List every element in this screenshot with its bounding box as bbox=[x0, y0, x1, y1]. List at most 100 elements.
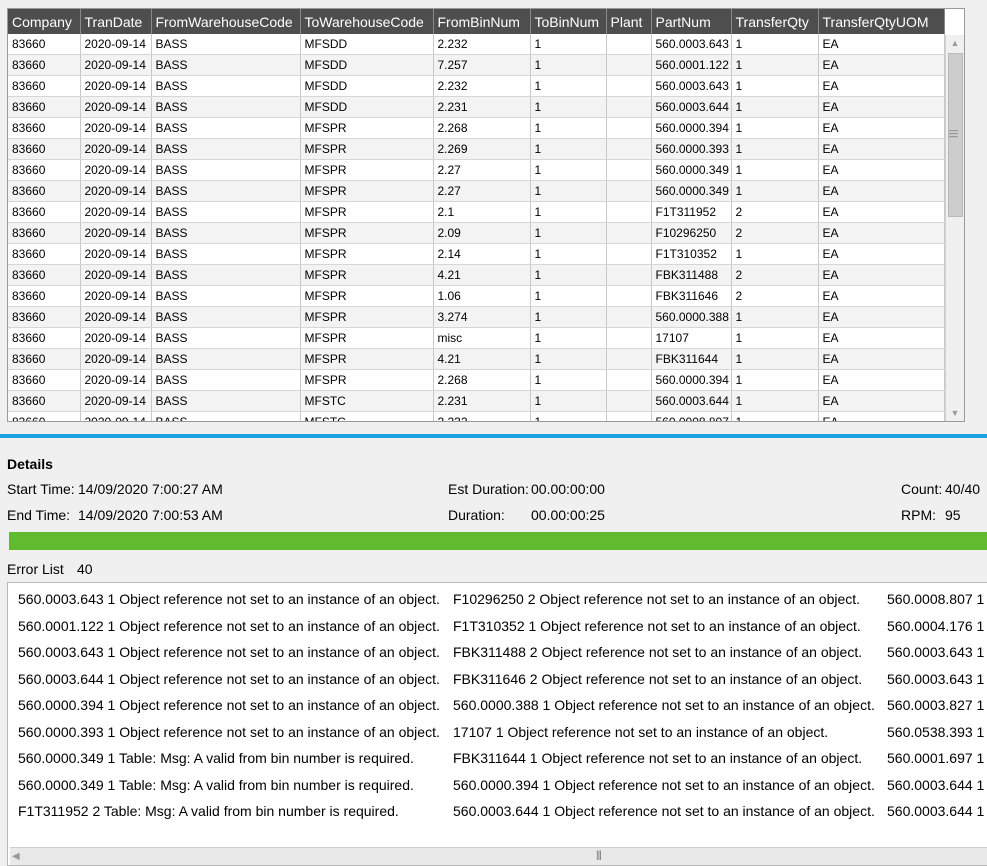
table-cell[interactable]: 83660 bbox=[8, 285, 81, 307]
scroll-grip-icon[interactable]: ||| bbox=[596, 850, 602, 861]
table-cell[interactable]: 2.231 bbox=[433, 390, 531, 412]
table-cell[interactable] bbox=[606, 159, 652, 181]
table-row[interactable]: 83660 2020-09-14 BASS MFSTC 2.232 1 560.0008.8… bbox=[8, 411, 945, 421]
table-cell[interactable]: 1 bbox=[731, 159, 819, 181]
column-header-trandate[interactable]: TranDate bbox=[80, 9, 152, 34]
table-cell[interactable]: 1 bbox=[530, 369, 607, 391]
table-cell[interactable]: MFSPR bbox=[300, 243, 434, 265]
table-cell[interactable]: MFSPR bbox=[300, 348, 434, 370]
table-cell[interactable]: 1 bbox=[530, 34, 607, 55]
table-cell[interactable]: 7.257 bbox=[433, 54, 531, 76]
table-cell[interactable] bbox=[606, 222, 652, 244]
table-cell[interactable]: FBK311644 bbox=[651, 348, 732, 370]
table-cell[interactable]: EA bbox=[818, 411, 945, 421]
table-cell[interactable]: BASS bbox=[151, 96, 301, 118]
table-cell[interactable]: BASS bbox=[151, 264, 301, 286]
table-row[interactable]: 83660 2020-09-14 BASS MFSPR 2.268 1 560.0000.3… bbox=[8, 369, 945, 391]
error-item[interactable]: F10296250 2 Object reference not set to … bbox=[453, 591, 860, 611]
table-cell[interactable]: 1 bbox=[530, 411, 607, 421]
table-cell[interactable]: 1 bbox=[530, 327, 607, 349]
error-item[interactable]: FBK311644 1 Object reference not set to … bbox=[453, 750, 862, 770]
table-cell[interactable]: 83660 bbox=[8, 369, 81, 391]
table-cell[interactable]: BASS bbox=[151, 411, 301, 421]
table-cell[interactable]: 83660 bbox=[8, 34, 81, 55]
table-cell[interactable]: 560.0000.349 bbox=[651, 159, 732, 181]
table-cell[interactable]: MFSPR bbox=[300, 306, 434, 328]
table-cell[interactable]: 83660 bbox=[8, 348, 81, 370]
table-cell[interactable]: BASS bbox=[151, 327, 301, 349]
table-cell[interactable]: 1 bbox=[731, 369, 819, 391]
table-cell[interactable]: 560.0008.807 bbox=[651, 411, 732, 421]
table-cell[interactable]: 2 bbox=[731, 201, 819, 223]
table-cell[interactable]: 560.0003.643 bbox=[651, 34, 732, 55]
table-cell[interactable]: 560.0001.122 bbox=[651, 54, 732, 76]
table-cell[interactable]: BASS bbox=[151, 285, 301, 307]
error-item[interactable]: 560.0003.644 1 bbox=[887, 803, 984, 823]
table-cell[interactable]: 1 bbox=[731, 180, 819, 202]
table-cell[interactable]: EA bbox=[818, 201, 945, 223]
table-cell[interactable]: 1 bbox=[731, 348, 819, 370]
table-cell[interactable]: 1 bbox=[731, 54, 819, 76]
table-cell[interactable]: 2020-09-14 bbox=[80, 285, 152, 307]
table-cell[interactable]: 560.0000.349 bbox=[651, 180, 732, 202]
table-cell[interactable]: 2020-09-14 bbox=[80, 54, 152, 76]
table-row[interactable]: 83660 2020-09-14 BASS MFSPR 2.268 1 560.0000.3… bbox=[8, 117, 945, 139]
table-row[interactable]: 83660 2020-09-14 BASS MFSDD 2.232 1 560.0003.6… bbox=[8, 34, 945, 55]
grid-vertical-scrollbar[interactable]: ▲ — — — ▼ bbox=[945, 35, 964, 421]
table-cell[interactable]: 2.27 bbox=[433, 159, 531, 181]
table-cell[interactable]: 2020-09-14 bbox=[80, 117, 152, 139]
table-cell[interactable]: 560.0000.394 bbox=[651, 117, 732, 139]
table-cell[interactable]: 2020-09-14 bbox=[80, 201, 152, 223]
table-cell[interactable]: EA bbox=[818, 96, 945, 118]
table-cell[interactable] bbox=[606, 264, 652, 286]
table-cell[interactable]: EA bbox=[818, 117, 945, 139]
table-cell[interactable]: EA bbox=[818, 390, 945, 412]
table-cell[interactable]: 2.269 bbox=[433, 138, 531, 160]
table-row[interactable]: 83660 2020-09-14 BASS MFSPR 2.1 1 F1T311952 2 EA bbox=[8, 201, 945, 223]
table-cell[interactable] bbox=[606, 75, 652, 97]
table-cell[interactable]: BASS bbox=[151, 306, 301, 328]
table-cell[interactable]: 4.21 bbox=[433, 348, 531, 370]
table-cell[interactable]: EA bbox=[818, 369, 945, 391]
column-header-company[interactable]: Company bbox=[8, 9, 81, 34]
table-row[interactable]: 83660 2020-09-14 BASS MFSPR 2.27 1 560.0000.34… bbox=[8, 159, 945, 181]
table-cell[interactable]: EA bbox=[818, 348, 945, 370]
table-cell[interactable]: 83660 bbox=[8, 201, 81, 223]
table-cell[interactable]: 1 bbox=[530, 75, 607, 97]
table-row[interactable]: 83660 2020-09-14 BASS MFSPR 2.09 1 F10296250 2 E… bbox=[8, 222, 945, 244]
table-cell[interactable]: BASS bbox=[151, 75, 301, 97]
table-cell[interactable]: 2020-09-14 bbox=[80, 96, 152, 118]
table-cell[interactable]: EA bbox=[818, 75, 945, 97]
table-cell[interactable]: 2.09 bbox=[433, 222, 531, 244]
table-cell[interactable]: EA bbox=[818, 243, 945, 265]
table-cell[interactable]: EA bbox=[818, 306, 945, 328]
table-cell[interactable]: BASS bbox=[151, 390, 301, 412]
column-header-transferqty[interactable]: TransferQty bbox=[731, 9, 819, 34]
table-cell[interactable]: MFSPR bbox=[300, 138, 434, 160]
table-cell[interactable]: EA bbox=[818, 327, 945, 349]
table-cell[interactable]: BASS bbox=[151, 369, 301, 391]
error-item[interactable]: FBK311646 2 Object reference not set to … bbox=[453, 671, 862, 691]
table-row[interactable]: 83660 2020-09-14 BASS MFSPR 4.21 1 FBK311644 1 E… bbox=[8, 348, 945, 370]
table-cell[interactable]: 1 bbox=[731, 390, 819, 412]
scroll-down-icon[interactable]: ▼ bbox=[946, 405, 964, 421]
table-cell[interactable]: 2020-09-14 bbox=[80, 390, 152, 412]
table-cell[interactable] bbox=[606, 34, 652, 55]
table-cell[interactable]: EA bbox=[818, 159, 945, 181]
table-cell[interactable]: MFSPR bbox=[300, 117, 434, 139]
table-cell[interactable]: FBK311646 bbox=[651, 285, 732, 307]
error-item[interactable]: 560.0003.643 1 bbox=[887, 644, 984, 664]
table-cell[interactable]: 2 bbox=[731, 285, 819, 307]
splitter-bar[interactable] bbox=[0, 434, 987, 438]
table-row[interactable]: 83660 2020-09-14 BASS MFSDD 2.231 1 560.0003.6… bbox=[8, 96, 945, 118]
table-cell[interactable]: EA bbox=[818, 264, 945, 286]
error-item[interactable]: 560.0000.394 1 Object reference not set … bbox=[453, 777, 875, 797]
table-cell[interactable]: 1.06 bbox=[433, 285, 531, 307]
table-cell[interactable]: 83660 bbox=[8, 180, 81, 202]
table-cell[interactable]: MFSPR bbox=[300, 222, 434, 244]
table-cell[interactable]: 83660 bbox=[8, 243, 81, 265]
table-cell[interactable] bbox=[606, 348, 652, 370]
table-cell[interactable]: MFSDD bbox=[300, 34, 434, 55]
table-cell[interactable]: 2020-09-14 bbox=[80, 75, 152, 97]
error-item[interactable]: F1T310352 1 Object reference not set to … bbox=[453, 618, 861, 638]
